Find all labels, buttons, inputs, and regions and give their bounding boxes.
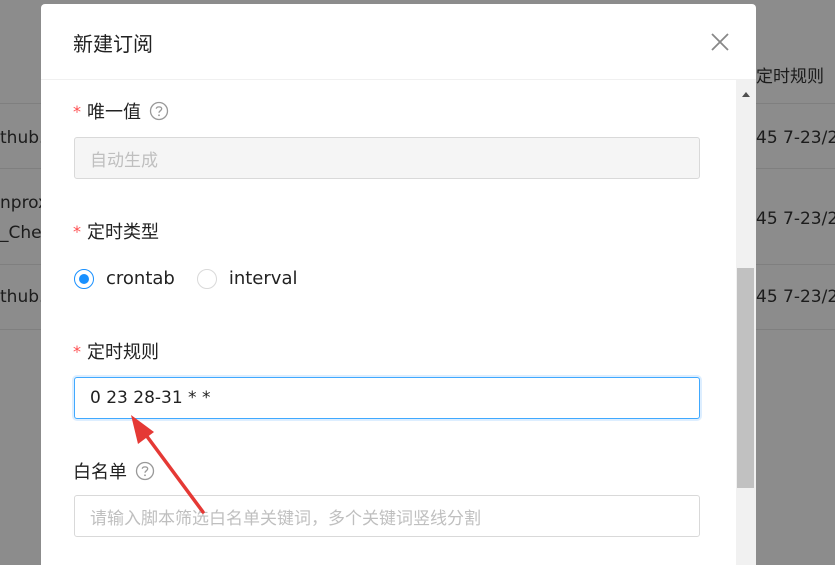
- modal-header: 新建订阅: [41, 4, 756, 80]
- radio-label: crontab: [106, 268, 175, 289]
- whitelist-placeholder: 请输入脚本筛选白名单关键词，多个关键词竖线分割: [90, 508, 481, 529]
- unique-input: 自动生成: [74, 137, 700, 179]
- modal-body: * 唯一值 自动生成 * 定时类型 crontab interval * 定时规…: [41, 80, 756, 565]
- radio-crontab[interactable]: crontab: [74, 268, 175, 289]
- schedule-rule-label-text: 定时规则: [87, 342, 159, 363]
- modal-title: 新建订阅: [73, 32, 153, 56]
- required-mark: *: [73, 341, 81, 361]
- help-icon[interactable]: [135, 461, 155, 481]
- schedule-type-radio-group: crontab interval: [74, 268, 319, 289]
- radio-unchecked-icon[interactable]: [196, 268, 217, 289]
- schedule-type-label: * 定时类型: [73, 218, 159, 244]
- whitelist-label-text: 白名单: [73, 462, 127, 483]
- unique-value: 自动生成: [90, 150, 158, 171]
- radio-interval[interactable]: interval: [196, 268, 298, 289]
- radio-label: interval: [228, 268, 298, 289]
- close-button[interactable]: [704, 26, 736, 58]
- whitelist-label: 白名单: [73, 458, 155, 484]
- new-subscription-modal: 新建订阅 * 唯一值 自动生成 * 定时类型 crontab interval …: [41, 4, 756, 565]
- schedule-rule-input[interactable]: 0 23 28-31 * *: [74, 377, 700, 419]
- schedule-type-label-text: 定时类型: [87, 222, 159, 243]
- required-mark: *: [73, 221, 81, 241]
- unique-label-text: 唯一值: [87, 102, 141, 123]
- radio-checked-icon[interactable]: [74, 268, 94, 289]
- scrollbar-thumb[interactable]: [737, 268, 754, 488]
- modal-scrollbar[interactable]: [736, 80, 756, 565]
- close-icon: [711, 33, 729, 51]
- scroll-up-arrow-icon[interactable]: [736, 86, 756, 100]
- help-icon[interactable]: [149, 101, 169, 121]
- schedule-rule-label: * 定时规则: [73, 338, 159, 364]
- whitelist-input[interactable]: 请输入脚本筛选白名单关键词，多个关键词竖线分割: [74, 495, 700, 537]
- required-mark: *: [73, 101, 81, 121]
- schedule-rule-value: 0 23 28-31 * *: [90, 388, 211, 408]
- unique-label: * 唯一值: [73, 98, 169, 124]
